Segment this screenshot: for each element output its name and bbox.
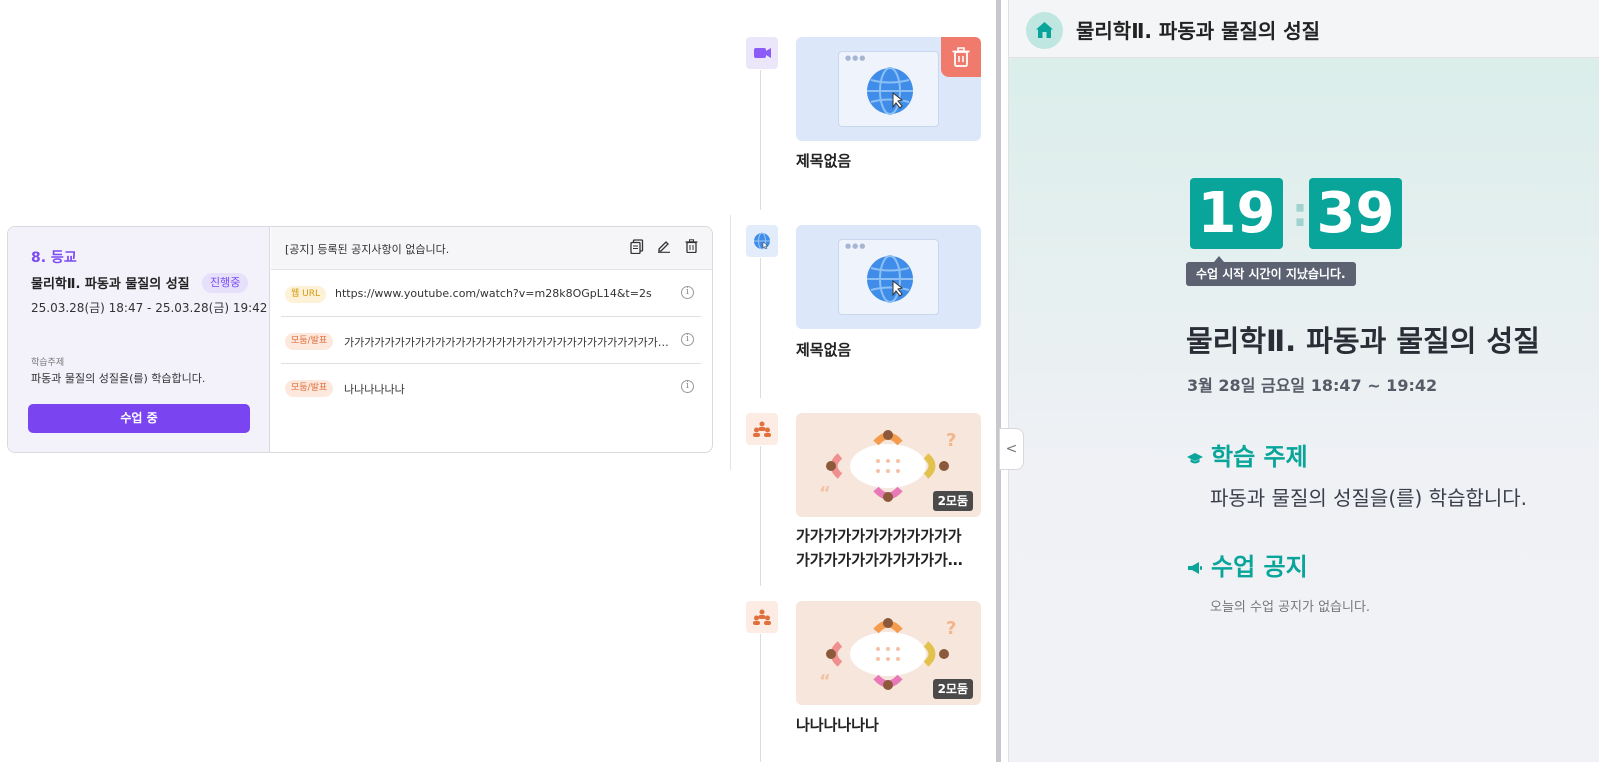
graduation-cap-icon	[1187, 450, 1205, 469]
notice-text: [공지] 등록된 공지사항이 없습니다.	[285, 243, 450, 256]
timeline-connector	[760, 258, 761, 398]
panel-header: 물리학Ⅱ. 파동과 물질의 성질	[1009, 0, 1599, 58]
copy-icon[interactable]	[628, 239, 646, 257]
resource-text: https://www.youtube.com/watch?v=m28k8OGp…	[335, 287, 652, 300]
svg-text:“: “	[819, 483, 831, 504]
timeline-divider	[730, 215, 731, 470]
resource-text: 가가가가가가가가가가가가가가가가가가가가가가가가가가가가가가가가가가가가가가가가…	[344, 336, 670, 349]
notice-heading-text: 수업 공지	[1211, 553, 1308, 581]
resource-text: 나나나나나나	[344, 383, 405, 396]
info-icon[interactable]: i	[681, 380, 694, 393]
svg-text:?: ?	[946, 618, 956, 639]
timeline-connector	[760, 446, 761, 586]
group-count-badge: 2모둠	[932, 491, 973, 511]
group-icon	[746, 601, 778, 633]
class-date-time: 3월 28일 금요일 18:47 ~ 19:42	[1187, 376, 1438, 395]
clock-hour: 19	[1190, 178, 1283, 249]
browser-illustration: ●●●	[838, 51, 939, 127]
card-title-line: 가가가가가가가가가가가가	[796, 527, 962, 545]
resource-tag: 모둠/발표	[285, 380, 334, 397]
video-icon	[746, 37, 778, 69]
megaphone-icon	[1187, 560, 1205, 579]
class-title: 물리학Ⅱ. 파동과 물질의 성질	[1186, 324, 1540, 358]
resource-thumbnail[interactable]: ●●●	[796, 225, 981, 329]
resource-thumbnail[interactable]: ? “ 2모둠	[796, 601, 981, 705]
group-icon	[746, 413, 778, 445]
lesson-time-range: 25.03.28(금) 18:47 - 25.03.28(금) 19:42	[31, 301, 268, 315]
resource-tag: 모둠/발표	[285, 333, 334, 350]
lesson-card[interactable]: 8. 등교 물리학Ⅱ. 파동과 물질의 성질 진행중 25.03.28(금) 1…	[7, 226, 713, 453]
svg-text:?: ?	[946, 430, 956, 451]
clock-separator: :	[1292, 190, 1308, 236]
resource-tag: 웹 URL	[285, 286, 326, 303]
home-button[interactable]	[1026, 12, 1063, 49]
card-title-line: 가가가가가가가가가가가…	[796, 551, 963, 569]
browser-illustration: ●●●	[838, 239, 939, 315]
resource-thumbnail[interactable]: ? “ 2모둠	[796, 413, 981, 517]
header-title: 물리학Ⅱ. 파동과 물질의 성질	[1076, 19, 1321, 43]
card-title: 제목없음	[796, 152, 852, 170]
in-class-button[interactable]: 수업 중	[28, 404, 250, 433]
info-icon[interactable]: i	[681, 333, 694, 346]
topic-text: 파동과 물질의 성질을(를) 학습합니다.	[31, 372, 206, 385]
edit-icon[interactable]	[655, 239, 673, 257]
card-title: 제목없음	[796, 341, 852, 359]
notice-bar: [공지] 등록된 공지사항이 없습니다.	[271, 227, 712, 270]
topic-heading: 학습 주제	[1187, 437, 1308, 472]
group-count-badge: 2모둠	[932, 679, 973, 699]
topic-body: 파동과 물질의 성질을(를) 학습합니다.	[1210, 486, 1528, 510]
globe-icon	[746, 225, 778, 257]
panel-divider[interactable]	[996, 0, 1001, 762]
clock-minute: 39	[1309, 178, 1402, 249]
timeline-connector	[760, 70, 761, 210]
notice-heading: 수업 공지	[1187, 547, 1308, 582]
resource-row[interactable]: 모둠/발표 나나나나나나 i	[281, 365, 701, 411]
clock-tooltip: 수업 시작 시간이 지났습니다.	[1186, 256, 1356, 286]
home-icon	[1036, 22, 1053, 38]
chevron-left-icon[interactable]: <	[999, 428, 1024, 470]
topic-label: 학습주제	[31, 358, 65, 368]
lesson-info-panel: 8. 등교 물리학Ⅱ. 파동과 물질의 성질 진행중 25.03.28(금) 1…	[8, 227, 270, 452]
card-title: 가가가가가가가가가가가가 가가가가가가가가가가가…	[796, 524, 981, 572]
notice-body: 오늘의 수업 공지가 없습니다.	[1210, 600, 1371, 615]
topic-heading-text: 학습 주제	[1211, 443, 1308, 471]
lesson-number: 8. 등교	[31, 250, 77, 266]
status-badge: 진행중	[202, 273, 249, 293]
info-icon[interactable]: i	[681, 286, 694, 299]
trash-icon[interactable]	[682, 239, 700, 257]
timeline-connector	[760, 634, 761, 762]
card-title: 나나나나나나	[796, 716, 879, 734]
resource-row[interactable]: 웹 URL https://www.youtube.com/watch?v=m2…	[281, 271, 701, 317]
svg-text:“: “	[819, 671, 831, 692]
lesson-title: 물리학Ⅱ. 파동과 물질의 성질	[31, 277, 190, 292]
delete-button[interactable]	[941, 37, 981, 77]
resource-row[interactable]: 모둠/발표 가가가가가가가가가가가가가가가가가가가가가가가가가가가가가가가가가가…	[281, 318, 701, 364]
